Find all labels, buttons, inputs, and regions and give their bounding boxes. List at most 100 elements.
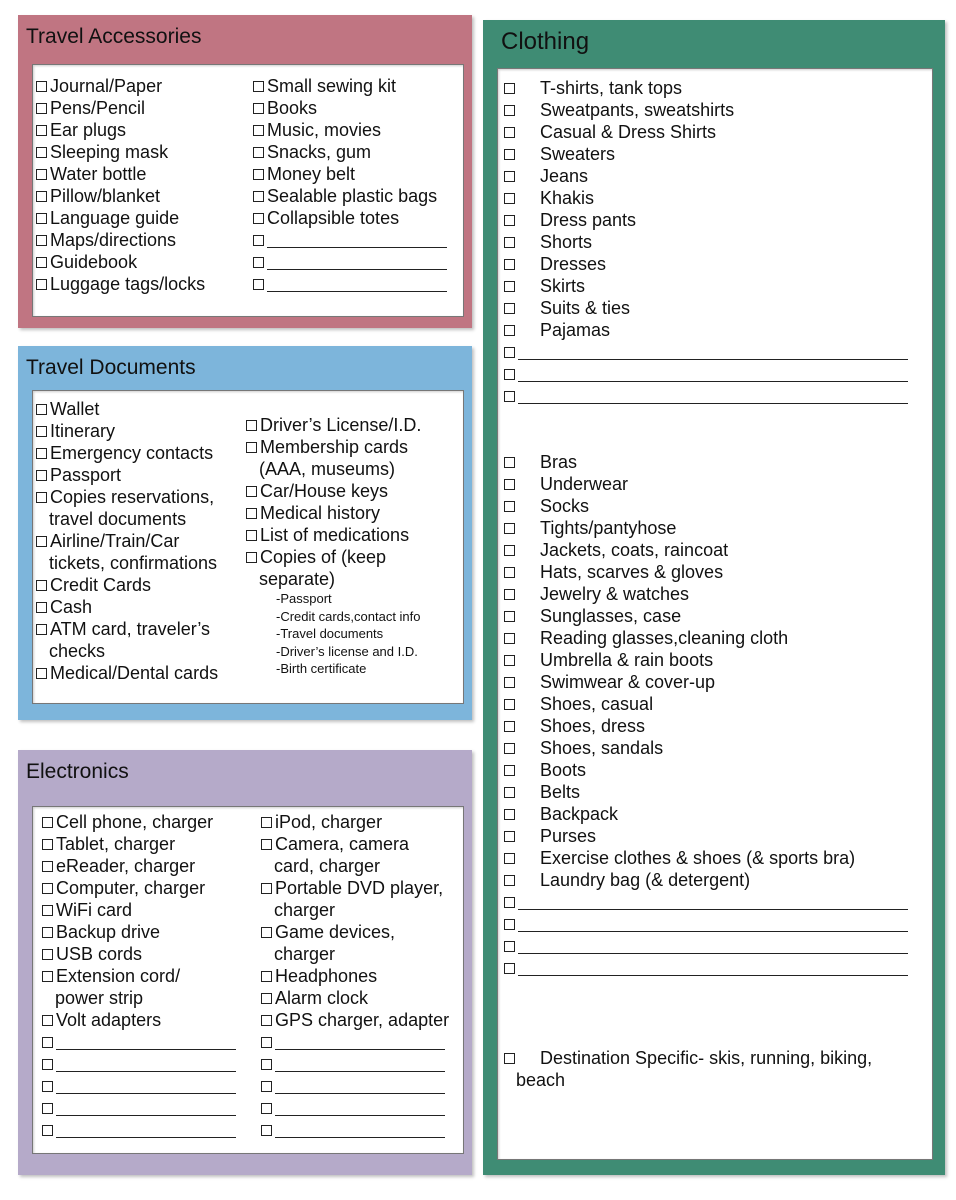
checklist-item[interactable]: Jeans (504, 165, 908, 187)
checkbox[interactable] (504, 82, 515, 94)
checklist-item[interactable] (253, 251, 447, 273)
checkbox[interactable] (36, 403, 47, 415)
checklist-item[interactable]: GPS charger, adapter (261, 1009, 449, 1031)
checklist-item[interactable]: Sweaters (504, 143, 908, 165)
checklist-item[interactable] (504, 891, 908, 913)
checklist-item[interactable]: Medical history (246, 502, 421, 524)
checklist-item[interactable] (261, 1031, 449, 1053)
checkbox[interactable] (253, 168, 264, 180)
checklist-item[interactable]: Pajamas (504, 319, 908, 341)
checkbox[interactable] (42, 1124, 53, 1136)
checklist-item[interactable]: Skirts (504, 275, 908, 297)
checklist-item[interactable]: Books (253, 97, 447, 119)
checkbox[interactable] (504, 852, 515, 864)
checkbox[interactable] (504, 786, 515, 798)
checkbox[interactable] (504, 104, 515, 116)
blank-line[interactable] (518, 367, 908, 382)
checkbox[interactable] (36, 535, 47, 547)
checkbox[interactable] (42, 838, 53, 850)
checklist-item[interactable]: Language guide (36, 207, 205, 229)
checklist-item[interactable]: Maps/directions (36, 229, 205, 251)
checkbox[interactable] (261, 1014, 272, 1026)
checklist-item[interactable]: Suits & ties (504, 297, 908, 319)
checkbox[interactable] (504, 236, 515, 248)
checkbox[interactable] (504, 632, 515, 644)
checklist-item[interactable] (253, 229, 447, 251)
checklist-item[interactable] (42, 1119, 236, 1141)
checkbox[interactable] (504, 390, 515, 402)
checklist-item[interactable]: Bras (504, 451, 908, 473)
checkbox[interactable] (36, 491, 47, 503)
checklist-item[interactable]: Luggage tags/locks (36, 273, 205, 295)
checklist-item[interactable] (261, 1075, 449, 1097)
checkbox[interactable] (261, 1102, 272, 1114)
checkbox[interactable] (504, 500, 515, 512)
checkbox[interactable] (36, 278, 47, 290)
checkbox[interactable] (261, 926, 272, 938)
checklist-item[interactable] (253, 273, 447, 295)
checkbox[interactable] (504, 544, 515, 556)
checklist-item[interactable]: Wallet (36, 398, 218, 420)
checklist-item[interactable] (261, 1053, 449, 1075)
checkbox[interactable] (42, 1058, 53, 1070)
checkbox[interactable] (36, 212, 47, 224)
checklist-item[interactable]: T-shirts, tank tops (504, 77, 908, 99)
checkbox[interactable] (504, 478, 515, 490)
checkbox[interactable] (504, 808, 515, 820)
checklist-item[interactable]: Boots (504, 759, 908, 781)
checklist-item[interactable] (42, 1097, 236, 1119)
checkbox[interactable] (246, 419, 257, 431)
blank-line[interactable] (518, 345, 908, 360)
checklist-item[interactable] (504, 363, 908, 385)
checklist-item[interactable] (42, 1075, 236, 1097)
blank-line[interactable] (518, 895, 908, 910)
checklist-item[interactable]: Water bottle (36, 163, 205, 185)
checklist-item[interactable]: Passport (36, 464, 218, 486)
checkbox[interactable] (36, 623, 47, 635)
checkbox[interactable] (36, 190, 47, 202)
checklist-item[interactable]: Guidebook (36, 251, 205, 273)
checkbox[interactable] (504, 148, 515, 160)
checkbox[interactable] (253, 80, 264, 92)
checkbox[interactable] (246, 529, 257, 541)
checkbox[interactable] (36, 256, 47, 268)
checkbox[interactable] (504, 280, 515, 292)
checkbox[interactable] (504, 830, 515, 842)
checklist-item[interactable]: Jackets, coats, raincoat (504, 539, 908, 561)
checklist-item[interactable]: Membership cards (246, 436, 421, 458)
checklist-item[interactable]: Money belt (253, 163, 447, 185)
checkbox[interactable] (42, 926, 53, 938)
checkbox[interactable] (253, 146, 264, 158)
checklist-item[interactable]: Tablet, charger (42, 833, 236, 855)
checkbox[interactable] (246, 441, 257, 453)
checklist-item[interactable]: Credit Cards (36, 574, 218, 596)
checkbox[interactable] (504, 368, 515, 380)
checklist-item[interactable]: Shoes, sandals (504, 737, 908, 759)
blank-line[interactable] (56, 1123, 236, 1138)
checklist-item[interactable]: Backpack (504, 803, 908, 825)
checkbox[interactable] (42, 1036, 53, 1048)
checkbox[interactable] (253, 124, 264, 136)
checkbox[interactable] (504, 456, 515, 468)
checkbox[interactable] (504, 742, 515, 754)
checklist-item[interactable]: Airline/Train/Car (36, 530, 218, 552)
checklist-item[interactable]: Alarm clock (261, 987, 449, 1009)
checkbox[interactable] (504, 896, 515, 908)
checkbox[interactable] (504, 1052, 515, 1064)
checkbox[interactable] (42, 816, 53, 828)
checklist-item[interactable]: Itinerary (36, 420, 218, 442)
checkbox[interactable] (42, 904, 53, 916)
checkbox[interactable] (42, 948, 53, 960)
checkbox[interactable] (504, 654, 515, 666)
checklist-item[interactable]: Purses (504, 825, 908, 847)
checklist-item[interactable]: Copies of (keep (246, 546, 421, 568)
checkbox[interactable] (253, 278, 264, 290)
checkbox[interactable] (261, 992, 272, 1004)
checkbox[interactable] (36, 146, 47, 158)
blank-line[interactable] (275, 1057, 445, 1072)
checkbox[interactable] (261, 1058, 272, 1070)
checklist-item[interactable]: iPod, charger (261, 811, 449, 833)
checkbox[interactable] (36, 124, 47, 136)
checklist-item[interactable]: Hats, scarves & gloves (504, 561, 908, 583)
checklist-item[interactable]: Ear plugs (36, 119, 205, 141)
